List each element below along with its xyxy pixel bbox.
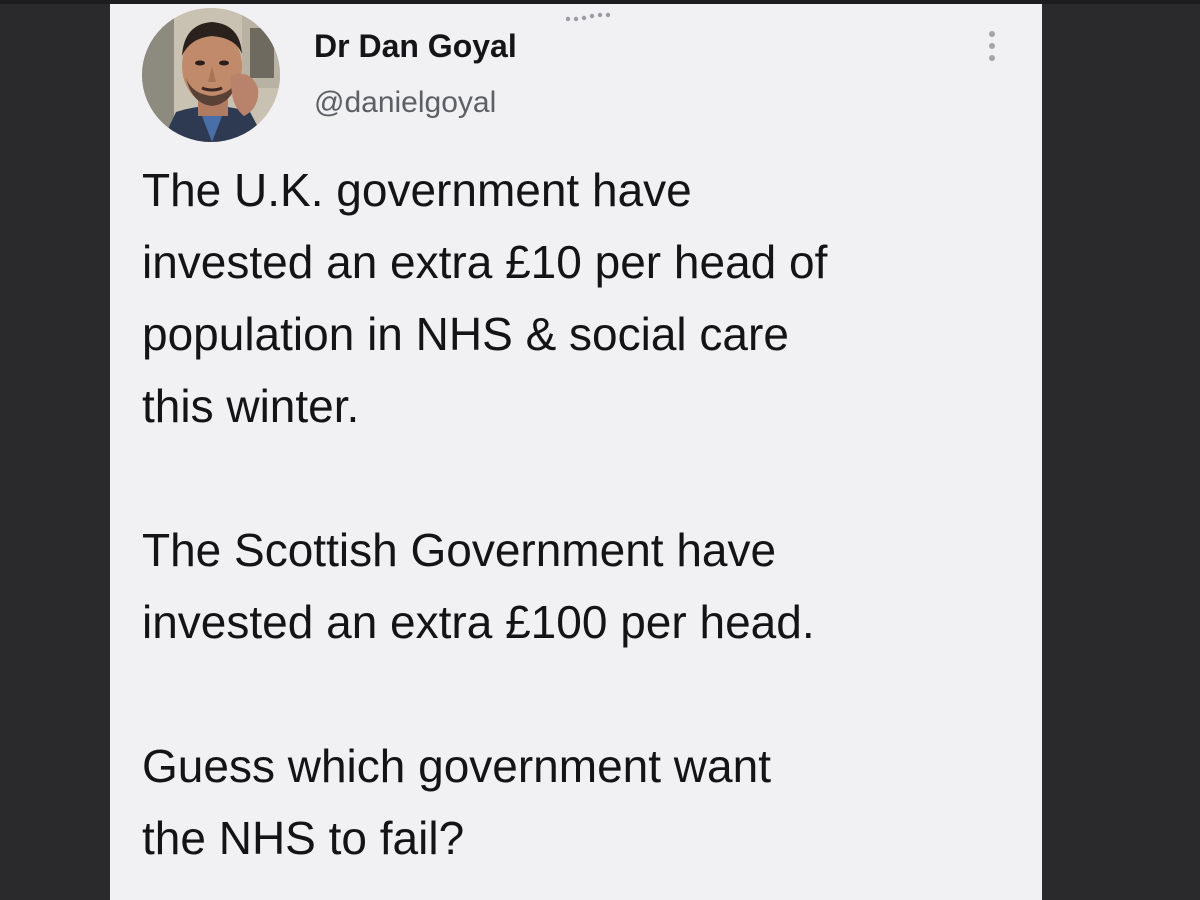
tweet-card: Dr Dan Goyal @danielgoyal The U.K. gover…: [110, 4, 1042, 900]
tweet-line: invested an extra £100 per head.: [142, 596, 815, 648]
tweet-paragraph: Guess which government want the NHS to f…: [142, 730, 1022, 874]
tweet-line: invested an extra £10 per head of: [142, 236, 828, 288]
author-display-name[interactable]: Dr Dan Goyal: [314, 28, 517, 65]
tweet-line: Guess which government want: [142, 740, 771, 792]
tweet-line: The U.K. government have: [142, 164, 692, 216]
tweet-line: the NHS to fail?: [142, 812, 465, 864]
author-avatar[interactable]: [142, 8, 280, 142]
dot: [989, 31, 995, 37]
dot: [989, 43, 995, 49]
ellipsis-indicator-icon: [565, 12, 611, 22]
profile-photo-icon: [142, 8, 280, 142]
tweet-text: The U.K. government have invested an ext…: [142, 154, 1022, 874]
left-backdrop: [0, 0, 110, 900]
dot: [989, 55, 995, 61]
tweet-paragraph: The Scottish Government have invested an…: [142, 514, 1022, 658]
tweet-line: population in NHS & social care: [142, 308, 789, 360]
author-handle[interactable]: @danielgoyal: [314, 86, 496, 120]
tweet-line: The Scottish Government have: [142, 524, 777, 576]
more-options-icon[interactable]: [980, 24, 1004, 68]
right-backdrop: [1042, 0, 1200, 900]
tweet-paragraph: The U.K. government have invested an ext…: [142, 154, 1022, 442]
tweet-line: this winter.: [142, 380, 360, 432]
